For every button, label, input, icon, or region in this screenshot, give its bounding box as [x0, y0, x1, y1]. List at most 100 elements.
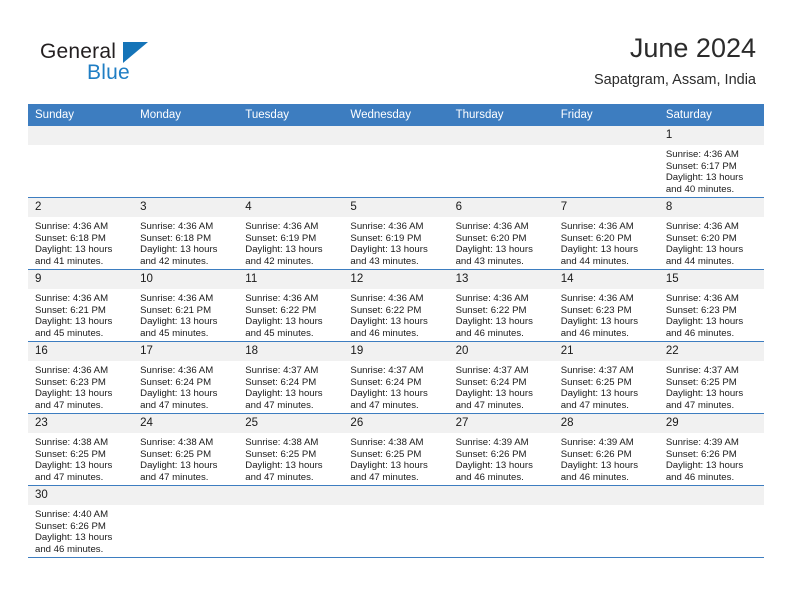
- calendar-day-cell[interactable]: 12 Sunrise: 4:36 AM Sunset: 6:22 PM Dayl…: [343, 269, 449, 342]
- sunset-text: Sunset: 6:20 PM: [560, 232, 632, 244]
- calendar-day-cell[interactable]: 16 Sunrise: 4:36 AM Sunset: 6:23 PM Dayl…: [28, 341, 134, 414]
- calendar-day-cell[interactable]: 23 Sunrise: 4:38 AM Sunset: 6:25 PM Dayl…: [28, 413, 134, 486]
- day-details: Sunrise: 4:40 AM Sunset: 6:26 PM Dayligh…: [28, 505, 133, 555]
- calendar-body: 1 Sunrise: 4:36 AM Sunset: 6:17 PM Dayli…: [28, 126, 764, 558]
- day-number: 27: [448, 414, 554, 433]
- calendar-day-cell[interactable]: 13 Sunrise: 4:36 AM Sunset: 6:22 PM Dayl…: [448, 269, 554, 342]
- calendar-day-cell[interactable]: [28, 126, 134, 198]
- day-number: [448, 126, 554, 145]
- sunrise-text: Sunrise: 4:37 AM: [560, 365, 634, 376]
- day-number: 29: [658, 414, 764, 433]
- daylight-text-line2: and 42 minutes.: [140, 255, 209, 267]
- calendar-day-cell[interactable]: 24 Sunrise: 4:38 AM Sunset: 6:25 PM Dayl…: [133, 413, 239, 486]
- calendar-day-cell[interactable]: [343, 485, 449, 558]
- calendar-day-cell[interactable]: 25 Sunrise: 4:38 AM Sunset: 6:25 PM Dayl…: [238, 413, 344, 486]
- calendar-day-cell[interactable]: [448, 126, 554, 198]
- calendar-day-cell[interactable]: [238, 485, 344, 558]
- day-number: 19: [343, 342, 449, 361]
- calendar-day-cell[interactable]: 4 Sunrise: 4:36 AM Sunset: 6:19 PM Dayli…: [238, 197, 344, 270]
- daylight-text-line1: Daylight: 13 hours: [455, 460, 533, 472]
- day-details: Sunrise: 4:36 AM Sunset: 6:19 PM Dayligh…: [238, 217, 343, 267]
- daylight-text-line1: Daylight: 13 hours: [665, 460, 744, 472]
- daylight-text-line2: and 46 minutes.: [455, 327, 524, 339]
- calendar-day-cell[interactable]: 6 Sunrise: 4:36 AM Sunset: 6:20 PM Dayli…: [448, 197, 554, 270]
- calendar-day-cell[interactable]: 21 Sunrise: 4:37 AM Sunset: 6:25 PM Dayl…: [553, 341, 659, 414]
- calendar-day-cell[interactable]: [343, 126, 449, 198]
- calendar-day-cell[interactable]: 18 Sunrise: 4:37 AM Sunset: 6:24 PM Dayl…: [238, 341, 344, 414]
- daylight-text-line2: and 46 minutes.: [455, 471, 524, 483]
- weekday-header-thursday: Thursday: [448, 104, 554, 126]
- calendar-day-cell[interactable]: 10 Sunrise: 4:36 AM Sunset: 6:21 PM Dayl…: [133, 269, 239, 342]
- daylight-text-line2: and 46 minutes.: [560, 471, 629, 483]
- daylight-text-line1: Daylight: 13 hours: [350, 244, 428, 256]
- day-details: Sunrise: 4:36 AM Sunset: 6:23 PM Dayligh…: [659, 289, 764, 339]
- calendar-day-cell[interactable]: [133, 126, 239, 198]
- calendar-day-cell[interactable]: 19 Sunrise: 4:37 AM Sunset: 6:24 PM Dayl…: [343, 341, 449, 414]
- calendar-day-cell[interactable]: [238, 126, 344, 198]
- calendar-day-cell[interactable]: 15 Sunrise: 4:36 AM Sunset: 6:23 PM Dayl…: [658, 269, 764, 342]
- sunrise-text: Sunrise: 4:36 AM: [350, 221, 424, 232]
- calendar-day-cell[interactable]: 5 Sunrise: 4:36 AM Sunset: 6:19 PM Dayli…: [343, 197, 449, 270]
- daylight-text-line1: Daylight: 13 hours: [455, 388, 533, 400]
- day-number: 17: [133, 342, 239, 361]
- calendar-day-cell[interactable]: 27 Sunrise: 4:39 AM Sunset: 6:26 PM Dayl…: [448, 413, 554, 486]
- day-details: Sunrise: 4:39 AM Sunset: 6:26 PM Dayligh…: [554, 433, 659, 483]
- calendar-day-cell[interactable]: 14 Sunrise: 4:36 AM Sunset: 6:23 PM Dayl…: [553, 269, 659, 342]
- calendar-day-cell[interactable]: 20 Sunrise: 4:37 AM Sunset: 6:24 PM Dayl…: [448, 341, 554, 414]
- daylight-text-line1: Daylight: 13 hours: [245, 388, 323, 400]
- calendar-day-cell[interactable]: 3 Sunrise: 4:36 AM Sunset: 6:18 PM Dayli…: [133, 197, 239, 270]
- daylight-text-line2: and 47 minutes.: [245, 399, 314, 411]
- day-number: 20: [448, 342, 554, 361]
- sunrise-text: Sunrise: 4:37 AM: [350, 365, 424, 376]
- calendar-day-cell[interactable]: 8 Sunrise: 4:36 AM Sunset: 6:20 PM Dayli…: [658, 197, 764, 270]
- general-blue-logo[interactable]: General Blue: [40, 40, 220, 88]
- day-details: Sunrise: 4:36 AM Sunset: 6:18 PM Dayligh…: [133, 217, 238, 267]
- day-number: [448, 486, 554, 505]
- calendar-day-cell[interactable]: [448, 485, 554, 558]
- day-number: [133, 486, 239, 505]
- calendar-day-cell[interactable]: [553, 485, 659, 558]
- calendar-day-cell[interactable]: 1 Sunrise: 4:36 AM Sunset: 6:17 PM Dayli…: [658, 126, 764, 198]
- sunrise-text: Sunrise: 4:36 AM: [560, 293, 634, 304]
- daylight-text-line2: and 43 minutes.: [350, 255, 419, 267]
- day-number: 6: [448, 198, 554, 217]
- calendar-day-cell[interactable]: 2 Sunrise: 4:36 AM Sunset: 6:18 PM Dayli…: [28, 197, 134, 270]
- day-details: [343, 505, 448, 509]
- calendar-day-cell[interactable]: 9 Sunrise: 4:36 AM Sunset: 6:21 PM Dayli…: [28, 269, 134, 342]
- calendar-day-cell[interactable]: [133, 485, 239, 558]
- day-number: [238, 486, 344, 505]
- calendar-day-cell[interactable]: 28 Sunrise: 4:39 AM Sunset: 6:26 PM Dayl…: [553, 413, 659, 486]
- daylight-text-line2: and 40 minutes.: [665, 183, 735, 195]
- weekday-header-tuesday: Tuesday: [238, 104, 344, 126]
- calendar-day-cell[interactable]: 30 Sunrise: 4:40 AM Sunset: 6:26 PM Dayl…: [28, 485, 134, 558]
- daylight-text-line1: Daylight: 13 hours: [140, 244, 218, 256]
- calendar-day-cell[interactable]: [658, 485, 764, 558]
- calendar-day-cell[interactable]: 7 Sunrise: 4:36 AM Sunset: 6:20 PM Dayli…: [553, 197, 659, 270]
- day-number: [28, 126, 134, 145]
- calendar-week-row: 9 Sunrise: 4:36 AM Sunset: 6:21 PM Dayli…: [28, 269, 764, 342]
- sunset-text: Sunset: 6:26 PM: [455, 448, 527, 460]
- daylight-text-line1: Daylight: 13 hours: [665, 172, 744, 184]
- calendar-day-cell[interactable]: 22 Sunrise: 4:37 AM Sunset: 6:25 PM Dayl…: [658, 341, 764, 414]
- day-number: 18: [238, 342, 344, 361]
- daylight-text-line2: and 46 minutes.: [665, 327, 735, 339]
- daylight-text-line1: Daylight: 13 hours: [455, 244, 533, 256]
- calendar-day-cell[interactable]: 17 Sunrise: 4:36 AM Sunset: 6:24 PM Dayl…: [133, 341, 239, 414]
- sunrise-text: Sunrise: 4:36 AM: [455, 221, 529, 232]
- day-details: Sunrise: 4:39 AM Sunset: 6:26 PM Dayligh…: [449, 433, 554, 483]
- page-header: General Blue June 2024 Sapatgram, Assam,…: [0, 0, 792, 100]
- daylight-text-line1: Daylight: 13 hours: [35, 388, 113, 400]
- weekday-header-wednesday: Wednesday: [343, 104, 449, 126]
- sunrise-text: Sunrise: 4:36 AM: [35, 365, 109, 376]
- calendar-day-cell[interactable]: [553, 126, 659, 198]
- sunset-text: Sunset: 6:26 PM: [665, 448, 737, 460]
- calendar-day-cell[interactable]: 29 Sunrise: 4:39 AM Sunset: 6:26 PM Dayl…: [658, 413, 764, 486]
- sunset-text: Sunset: 6:25 PM: [35, 448, 106, 460]
- calendar-day-cell[interactable]: 11 Sunrise: 4:36 AM Sunset: 6:22 PM Dayl…: [238, 269, 344, 342]
- calendar-day-cell[interactable]: 26 Sunrise: 4:38 AM Sunset: 6:25 PM Dayl…: [343, 413, 449, 486]
- day-number: 28: [553, 414, 659, 433]
- day-details: [28, 145, 133, 149]
- calendar-week-row: 23 Sunrise: 4:38 AM Sunset: 6:25 PM Dayl…: [28, 413, 764, 486]
- daylight-text-line2: and 42 minutes.: [245, 255, 314, 267]
- day-number: 9: [28, 270, 134, 289]
